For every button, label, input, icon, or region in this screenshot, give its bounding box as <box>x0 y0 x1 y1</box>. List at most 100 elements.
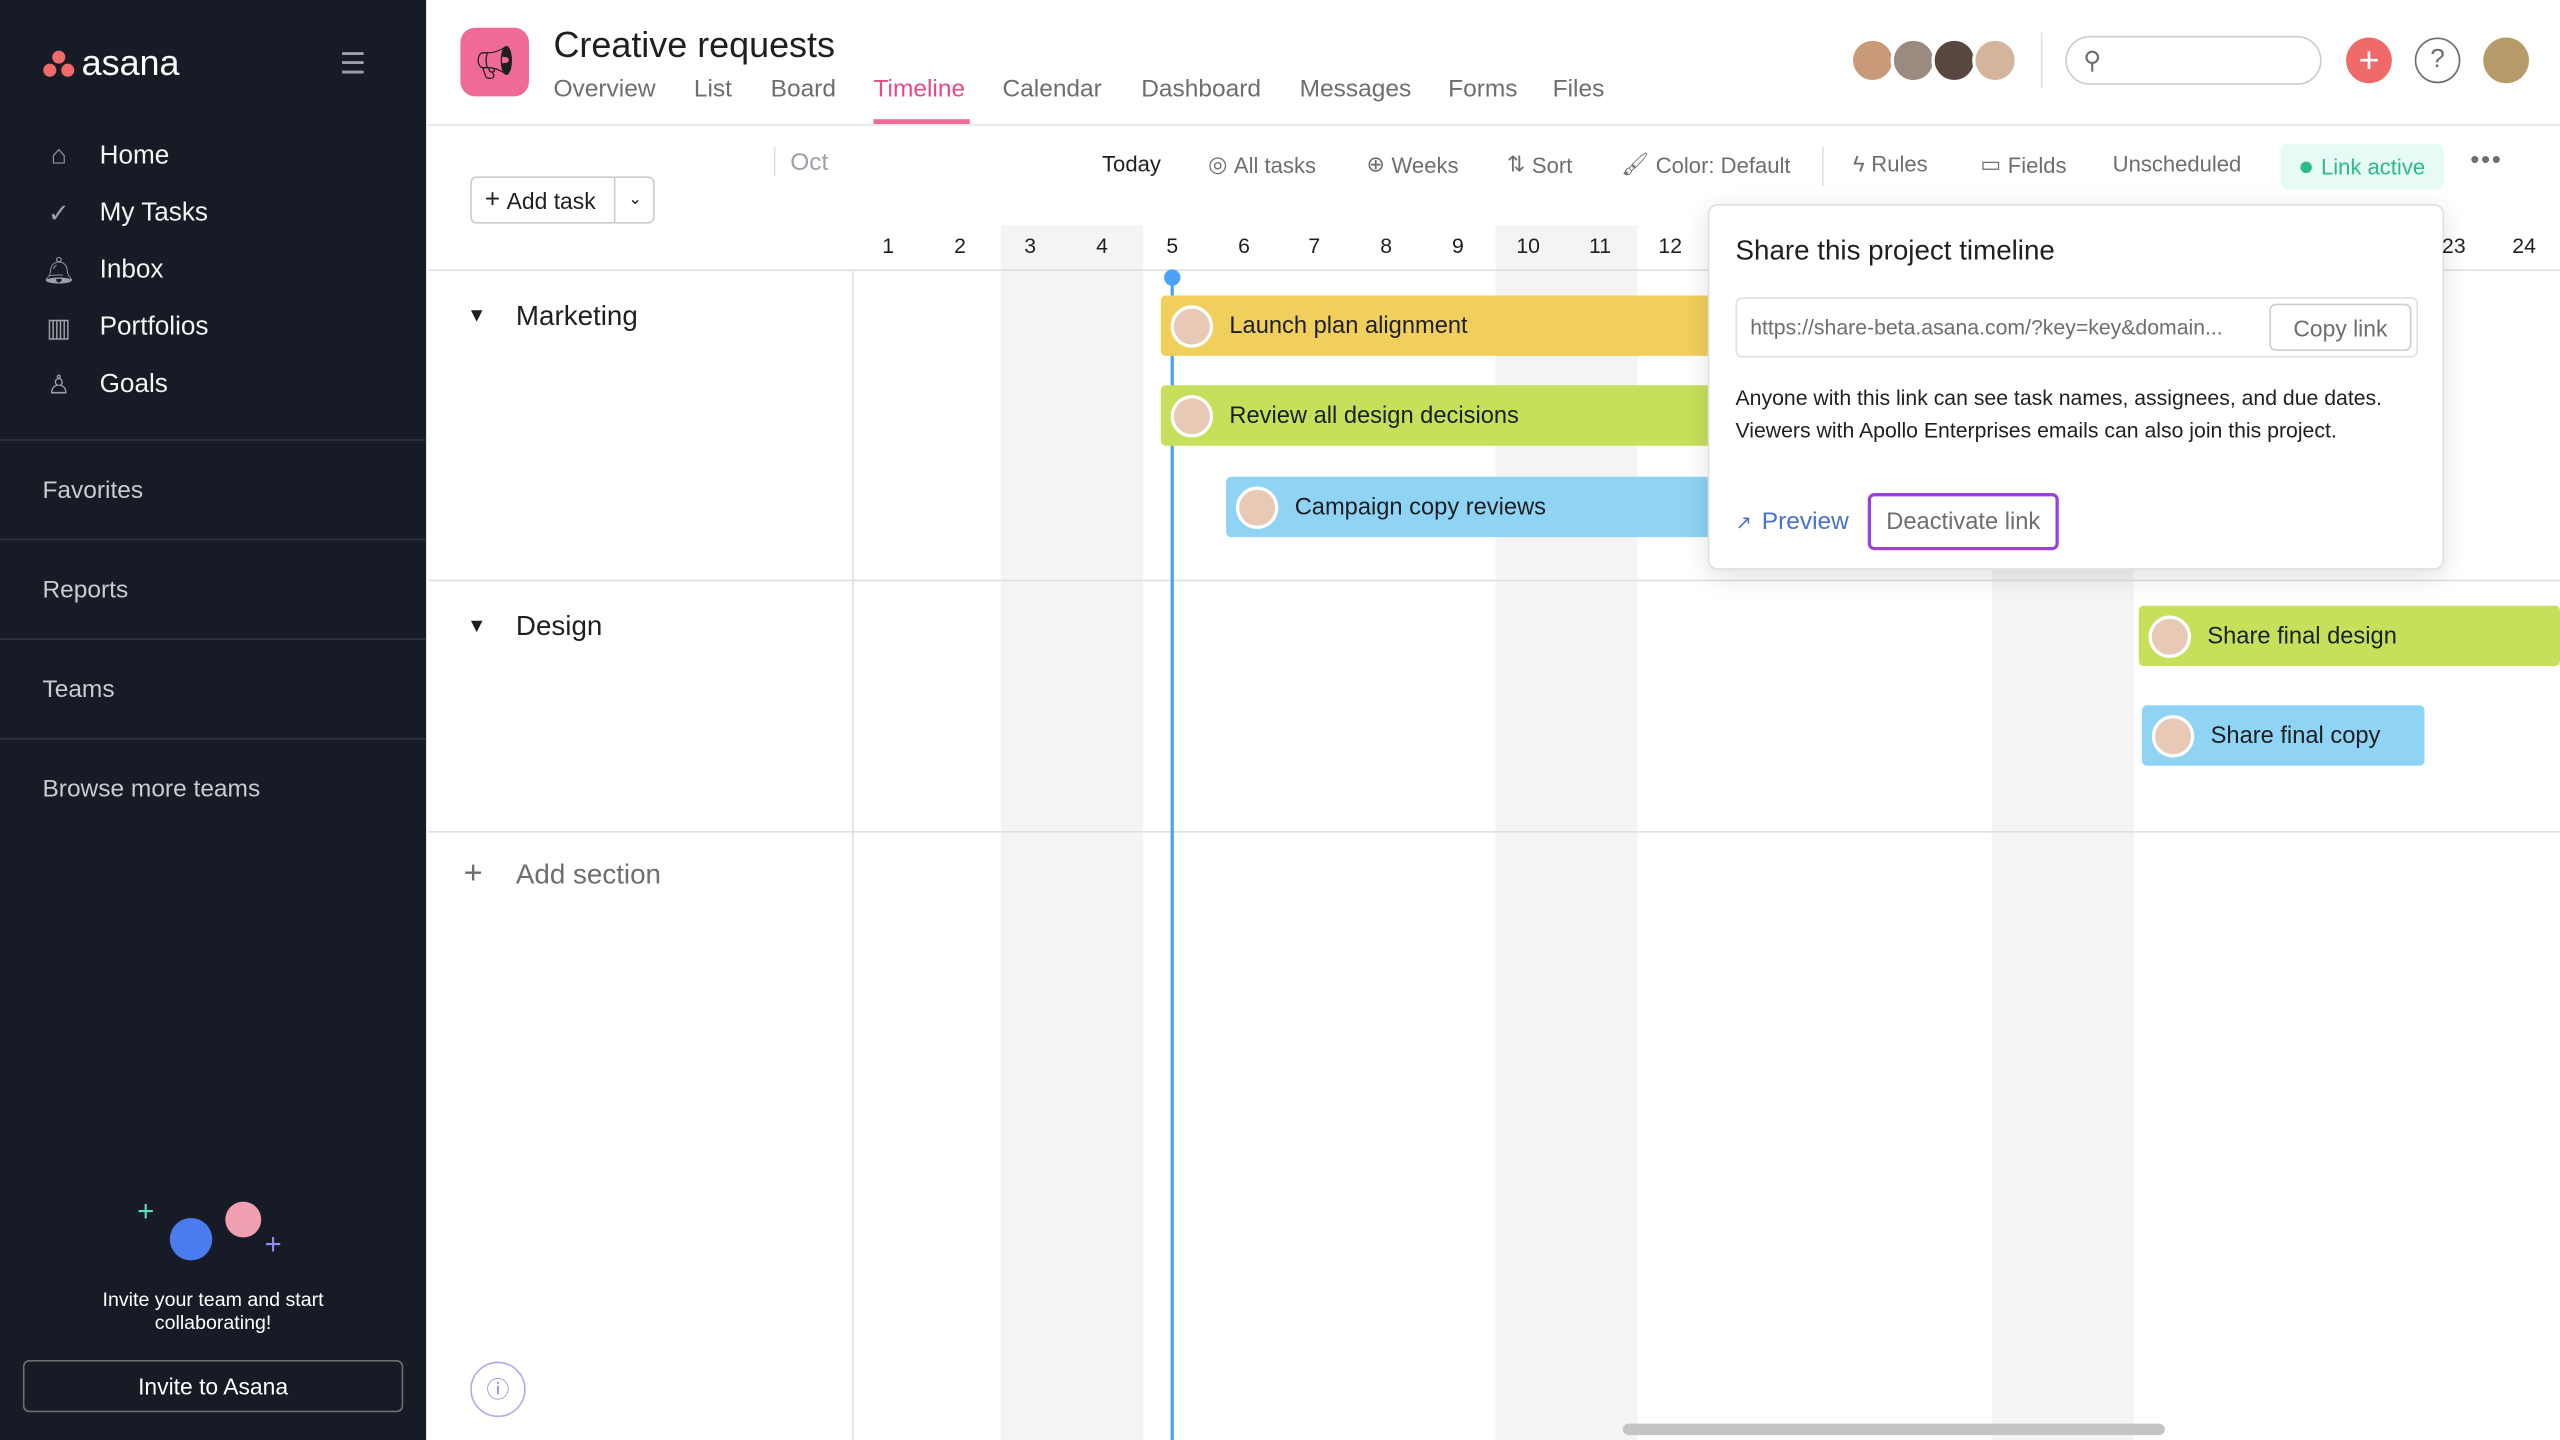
task-name: Review all design decisions <box>1229 402 1519 429</box>
preview-link[interactable]: ↗ Preview <box>1736 508 1849 536</box>
tab-list[interactable]: List <box>694 75 732 103</box>
share-url: https://share-beta.asana.com/?key=key&do… <box>1750 315 2223 340</box>
tab-forms[interactable]: Forms <box>1448 75 1517 103</box>
section-title[interactable]: Marketing <box>516 300 638 333</box>
home-icon: ⌂ <box>50 142 67 170</box>
unscheduled-button[interactable]: Unscheduled <box>2113 152 2242 176</box>
sort-button[interactable]: ⇅ Sort <box>1507 152 1572 178</box>
check-circle-icon: ◎ <box>1208 151 1228 177</box>
section-title[interactable]: Design <box>516 611 602 644</box>
member-avatar[interactable] <box>1931 37 1978 84</box>
divider <box>0 737 427 740</box>
divider <box>773 146 776 177</box>
check-circle-icon: ✓ <box>47 200 70 229</box>
day-label: 5 <box>1166 233 1179 258</box>
task-bar[interactable]: Launch plan alignment <box>1160 295 1749 356</box>
label: All tasks <box>1233 152 1316 178</box>
tab-board[interactable]: Board <box>771 75 836 103</box>
info-icon[interactable]: ⓘ <box>470 1361 526 1418</box>
day-label: 12 <box>1658 233 1683 258</box>
add-task-button[interactable]: + Add task ⌄ <box>470 176 655 224</box>
task-name: Campaign copy reviews <box>1294 493 1547 520</box>
tab-overview[interactable]: Overview <box>553 75 655 103</box>
external-link-icon: ↗ <box>1735 510 1752 534</box>
help-icon: ? <box>2430 45 2445 74</box>
weeks-button[interactable]: ⊕ Weeks <box>1367 152 1459 178</box>
sidebar-item-label: My Tasks <box>99 199 208 227</box>
rules-button[interactable]: ϟ Rules <box>1853 152 1928 176</box>
bell-icon: 🔔︎ <box>42 257 76 286</box>
label: Preview <box>1761 507 1849 536</box>
task-name: Share final copy <box>2210 722 2381 749</box>
sidebar: asana ☰ ⌂ Home ✓ My Tasks 🔔︎ Inbox ▥ Portfol… <box>0 0 427 1440</box>
sidebar-item-portfolios[interactable]: ▥ Portfolios <box>42 309 208 348</box>
label: Link active <box>2320 154 2426 179</box>
sidebar-item-goals[interactable]: ♙ Goals <box>42 366 168 405</box>
search-input[interactable]: ⚲ <box>2065 35 2322 85</box>
task-bar[interactable]: Share final design <box>2138 605 2560 667</box>
popup-title: Share this project timeline <box>1735 235 2055 267</box>
task-name: Launch plan alignment <box>1229 312 1468 339</box>
sort-icon: ⇅ <box>1506 151 1526 177</box>
task-bar[interactable]: Review all design decisions <box>1160 385 1749 446</box>
plus-icon[interactable]: + <box>464 856 483 894</box>
collapse-sidebar-icon[interactable]: ☰ <box>340 47 366 81</box>
tab-timeline[interactable]: Timeline <box>873 75 965 103</box>
asana-logo[interactable]: asana <box>42 42 180 84</box>
label: Fields <box>2007 152 2067 178</box>
member-avatar[interactable] <box>1890 37 1937 84</box>
assignee-avatar <box>1235 485 1279 529</box>
invite-button[interactable]: Invite to Asana <box>22 1359 404 1413</box>
tab-files[interactable]: Files <box>1553 75 1605 103</box>
assignee-avatar <box>1170 304 1214 347</box>
sidebar-favorites[interactable]: Favorites <box>42 477 143 505</box>
sidebar-reports[interactable]: Reports <box>42 576 128 604</box>
tab-calendar[interactable]: Calendar <box>1002 75 1101 103</box>
label: Sort <box>1531 152 1573 178</box>
day-label: 3 <box>1024 233 1037 258</box>
sidebar-item-label: Goals <box>99 370 168 399</box>
tab-dashboard[interactable]: Dashboard <box>1141 75 1261 103</box>
member-avatar[interactable] <box>1972 37 2018 84</box>
section-divider <box>427 831 2560 833</box>
today-button[interactable]: Today <box>1102 152 1161 176</box>
sidebar-item-label: Portfolios <box>99 313 209 342</box>
sidebar-item-my-tasks[interactable]: ✓ My Tasks <box>42 194 208 233</box>
divider <box>0 538 427 541</box>
link-active-button[interactable]: Link active <box>2280 143 2445 190</box>
copy-link-button[interactable]: Copy link <box>2269 303 2412 352</box>
sidebar-item-label: Home <box>99 142 170 170</box>
day-label: 9 <box>1452 233 1464 258</box>
sidebar-browse-teams[interactable]: Browse more teams <box>42 776 260 804</box>
task-name: Share final design <box>2207 622 2397 649</box>
horizontal-scrollbar[interactable] <box>1622 1423 2165 1436</box>
add-button[interactable]: + <box>2346 37 2392 84</box>
help-button[interactable]: ? <box>2414 37 2461 84</box>
assignee-avatar <box>2151 714 2195 757</box>
sidebar-teams[interactable]: Teams <box>42 676 114 704</box>
search-icon: ⚲ <box>2083 47 2102 76</box>
caret-down-icon[interactable]: ▼ <box>467 304 486 327</box>
assignee-avatar <box>1170 394 1214 437</box>
sidebar-item-home[interactable]: ⌂ Home <box>42 137 169 176</box>
fields-icon: ▭ <box>1980 151 2002 177</box>
chevron-down-icon[interactable]: ⌄ <box>613 177 655 223</box>
fields-button[interactable]: ▭ Fields <box>1980 152 2066 178</box>
all-tasks-button[interactable]: ◎ All tasks <box>1208 152 1316 178</box>
assignee-avatar <box>2148 614 2192 658</box>
color-button[interactable]: 🖌︎ Color: Default <box>1621 152 1790 178</box>
more-options-icon[interactable]: ••• <box>2470 147 2502 176</box>
user-avatar[interactable] <box>2483 37 2529 84</box>
deactivate-link-button[interactable]: Deactivate link <box>1867 493 2059 551</box>
member-avatar[interactable] <box>1849 37 1896 84</box>
task-bar[interactable]: Campaign copy reviews <box>1226 476 1749 538</box>
add-section-button[interactable]: Add section <box>516 859 661 892</box>
sidebar-item-inbox[interactable]: 🔔︎ Inbox <box>42 251 163 290</box>
day-label: 24 <box>2512 233 2536 258</box>
day-label: 10 <box>1516 233 1540 258</box>
label: Rules <box>1871 151 1928 177</box>
caret-down-icon[interactable]: ▼ <box>467 614 486 637</box>
task-bar[interactable]: Share final copy <box>2142 705 2425 766</box>
divider <box>0 638 427 640</box>
tab-messages[interactable]: Messages <box>1300 75 1412 103</box>
